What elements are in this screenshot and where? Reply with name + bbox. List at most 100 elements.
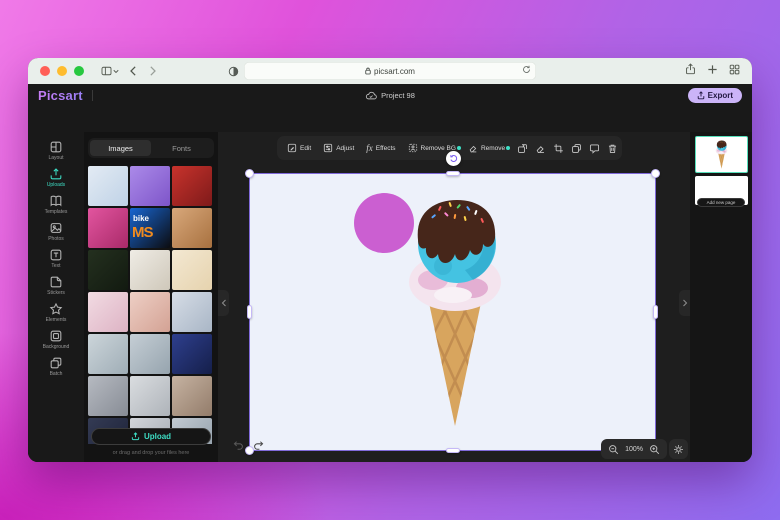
canvas-artwork [250, 174, 655, 450]
thumbnail-headphones[interactable] [130, 166, 170, 206]
zoom-controls: 100% [601, 439, 667, 459]
thumbnail-couch[interactable] [88, 376, 128, 416]
remove-bg-icon [408, 143, 418, 153]
zoom-level[interactable]: 100% [625, 446, 643, 453]
replace-image-button[interactable] [515, 140, 531, 156]
window-controls [40, 66, 84, 76]
canvas-artboard[interactable] [250, 174, 655, 450]
thumbnail-group-2[interactable] [130, 334, 170, 374]
gear-icon [673, 444, 684, 455]
upload-button-label: Upload [144, 432, 171, 441]
chrome-actions [685, 58, 740, 84]
tab-overview-icon[interactable] [729, 62, 740, 80]
adjust-icon [323, 143, 333, 153]
upload-button-icon [131, 432, 140, 441]
photos-icon [49, 221, 63, 235]
sidebar-item-background[interactable]: Background [33, 326, 79, 352]
drop-hint-text: or drag and drop your files here [84, 450, 218, 456]
reload-icon[interactable] [522, 65, 531, 76]
zoom-out-icon [608, 444, 619, 455]
sidebar-toggle-icon[interactable] [100, 65, 119, 77]
effects-button[interactable]: fx Effects [360, 143, 401, 153]
sidebar-item-label: Stickers [47, 290, 65, 296]
sidebar-item-templates[interactable]: Templates [33, 191, 79, 217]
thumbnail-woman-red[interactable] [172, 166, 212, 206]
collapse-right-panel-button[interactable] [679, 290, 690, 316]
url-bar[interactable]: picsart.com [244, 62, 536, 80]
adjust-button[interactable]: Adjust [317, 143, 360, 153]
canvas-settings-button[interactable] [669, 439, 688, 459]
thumbnail-pink-fashion[interactable] [88, 208, 128, 248]
thumbnail-poster[interactable] [172, 250, 212, 290]
duplicate-button[interactable] [568, 140, 584, 156]
thumbnail-grid: bikeMS [88, 166, 214, 444]
maximize-window-button[interactable] [74, 66, 84, 76]
canvas-area: Edit Adjust fx Effects Remove BG [218, 132, 690, 462]
delete-button[interactable] [604, 140, 620, 156]
tab-images[interactable]: Images [90, 140, 151, 156]
thumbnail-pink-floral[interactable] [88, 292, 128, 332]
sidebar-item-stickers[interactable]: Stickers [33, 272, 79, 298]
url-text: picsart.com [374, 67, 415, 76]
thumbnail-baby[interactable] [130, 292, 170, 332]
remove-button[interactable]: Remove [462, 143, 511, 153]
thumbnail-portrait[interactable] [172, 292, 212, 332]
thumbnail-jump[interactable] [130, 376, 170, 416]
edit-icon [287, 143, 297, 153]
edit-button[interactable]: Edit [281, 143, 317, 153]
sidebar-item-uploads[interactable]: Uploads [33, 164, 79, 190]
sidebar-item-label: Elements [46, 317, 67, 323]
export-label: Export [708, 91, 733, 100]
workspace: Layout Uploads Templates Photos [28, 132, 752, 462]
thumbnail-couple[interactable] [172, 376, 212, 416]
undo-button[interactable] [232, 438, 244, 456]
sidebar-item-layout[interactable]: Layout [33, 137, 79, 163]
sidebar-item-batch[interactable]: Batch [33, 353, 79, 379]
sidebar-item-label: Photos [48, 236, 64, 242]
comment-icon [589, 143, 600, 154]
chevron-right-icon [682, 299, 688, 307]
thumbnail-group-1[interactable] [88, 334, 128, 374]
thumbnail-bike-ms[interactable]: bikeMS [130, 208, 170, 248]
minimize-window-button[interactable] [57, 66, 67, 76]
add-new-page-button[interactable]: Add new page [697, 198, 745, 207]
tab-fonts[interactable]: Fonts [151, 140, 212, 156]
undo-icon [232, 440, 244, 451]
zoom-in-button[interactable] [649, 444, 660, 455]
crop-icon [553, 143, 564, 154]
collapse-left-panel-button[interactable] [218, 290, 229, 316]
upload-icon [49, 167, 63, 181]
redo-button[interactable] [253, 438, 265, 456]
forward-button[interactable] [148, 66, 157, 76]
comment-button[interactable] [586, 140, 602, 156]
close-window-button[interactable] [40, 66, 50, 76]
sidebar-item-text[interactable]: Text [33, 245, 79, 271]
history-controls [232, 438, 265, 456]
thumbnail-beach[interactable] [172, 208, 212, 248]
zoom-out-button[interactable] [608, 444, 619, 455]
new-tab-icon[interactable] [707, 62, 718, 80]
project-title[interactable]: Project 98 [365, 91, 415, 100]
uploads-tabs: Images Fonts [88, 138, 214, 158]
thumbnail-tote-bag[interactable] [130, 250, 170, 290]
page-thumbnail-selected[interactable] [695, 136, 748, 173]
uploads-panel: Images Fonts bikeMS Upload or drag and d… [84, 132, 218, 462]
app-header: Picsart Project 98 Export [28, 84, 752, 106]
tool-sidebar: Layout Uploads Templates Photos [28, 132, 84, 462]
upload-button[interactable]: Upload [91, 428, 211, 445]
thumbnail-wreath-logo[interactable] [88, 250, 128, 290]
back-button[interactable] [129, 66, 138, 76]
thumbnail-ice-cream[interactable] [88, 166, 128, 206]
privacy-shield-icon[interactable] [228, 64, 239, 82]
rotate-handle[interactable] [446, 151, 461, 166]
eraser-button[interactable] [533, 140, 549, 156]
crop-button[interactable] [551, 140, 567, 156]
project-name: Project 98 [381, 91, 415, 100]
thumbnail-blue-portrait[interactable] [172, 334, 212, 374]
sidebar-item-photos[interactable]: Photos [33, 218, 79, 244]
export-button[interactable]: Export [688, 88, 742, 103]
share-icon[interactable] [685, 62, 696, 80]
sidebar-item-elements[interactable]: Elements [33, 299, 79, 325]
export-icon [697, 91, 705, 100]
divider [92, 90, 93, 101]
